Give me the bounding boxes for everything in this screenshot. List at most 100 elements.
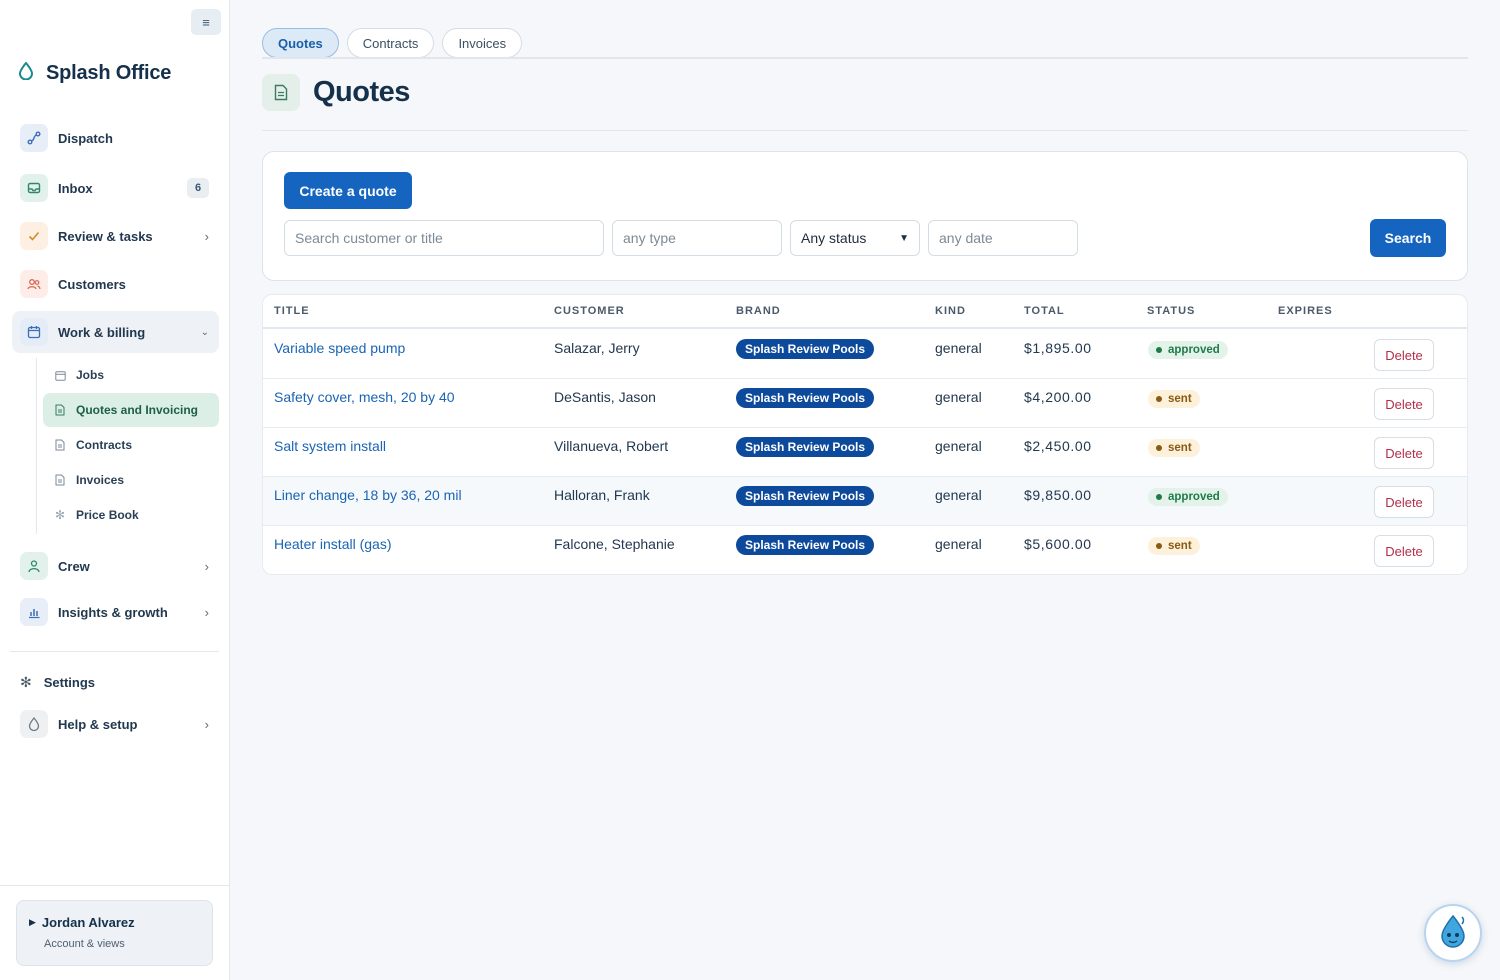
search-button[interactable]: Search [1370,219,1446,257]
inbox-count-badge: 6 [187,178,209,198]
person-icon [20,552,48,580]
column-header-title[interactable]: TITLE [274,305,310,317]
hamburger-icon[interactable]: ≡ [191,9,221,35]
user-name: Jordan Alvarez [41,915,135,930]
brand-badge: Splash Review Pools [736,388,875,408]
delete-button[interactable]: Delete [1374,535,1434,567]
delete-button[interactable]: Delete [1374,388,1434,420]
sub-item-label: Invoices [76,473,125,487]
brand-badge: Splash Review Pools [736,535,875,555]
nav-label: Customers [58,276,126,292]
nav-label: Help & setup [58,716,138,732]
tab-quotes[interactable]: Quotes [262,28,339,58]
table-row: Safety cover, mesh, 20 by 40 DeSantis, J… [263,379,1467,428]
status-badge: sent [1148,537,1200,555]
tab-invoices[interactable]: Invoices [442,28,523,58]
status-dot [1156,543,1162,549]
document-icon [262,74,300,111]
gear-icon: ✻ [20,673,32,690]
customer-name: Falcone, Stephanie [554,536,675,552]
users-icon [20,270,48,298]
type-filter-input[interactable]: any type [612,220,782,256]
sub-item-label: Price Book [76,508,139,522]
column-header-kind[interactable]: KIND [935,305,966,317]
triangle-right-icon: ▶ [29,917,36,927]
chart-icon [20,598,48,626]
delete-button[interactable]: Delete [1374,486,1434,518]
sub-item-label: Contracts [76,438,133,452]
quote-total: $1,895.00 [1024,340,1092,356]
document-icon [53,404,67,416]
chevron-right-icon: › [204,228,209,244]
table-row: Salt system install Villanueva, Robert S… [263,428,1467,477]
column-header-customer[interactable]: CUSTOMER [554,305,625,317]
header-divider [262,130,1468,131]
sub-item-quotes-invoicing[interactable]: Quotes and Invoicing [43,393,219,427]
nav-dispatch[interactable]: Dispatch [12,118,219,158]
quote-title-link[interactable]: Heater install (gas) [274,536,392,552]
search-input[interactable]: Search customer or title [284,220,604,256]
user-account-card[interactable]: ▶ Jordan Alvarez Account & views [16,900,213,966]
page-title: Quotes [313,76,410,108]
column-header-brand[interactable]: BRAND [736,305,781,317]
droplet-icon [20,710,48,738]
quote-title-link[interactable]: Liner change, 18 by 36, 20 mil [274,487,462,503]
brand-badge: Splash Review Pools [736,437,875,457]
column-header-status[interactable]: STATUS [1147,305,1195,317]
quote-total: $2,450.00 [1024,438,1092,454]
sub-item-contracts[interactable]: Contracts [43,428,219,462]
delete-button[interactable]: Delete [1374,339,1434,371]
nav-insights-growth[interactable]: Insights & growth › [12,592,219,632]
sub-item-label: Jobs [76,368,105,382]
table-row: Heater install (gas) Falcone, Stephanie … [263,526,1467,574]
customer-name: Villanueva, Robert [554,438,669,454]
nav-help-setup[interactable]: Help & setup › [12,704,219,744]
quote-total: $9,850.00 [1024,487,1092,503]
nav-work-billing[interactable]: Work & billing ⌄ [12,311,219,353]
quote-title-link[interactable]: Salt system install [274,438,386,454]
quote-title-link[interactable]: Safety cover, mesh, 20 by 40 [274,389,455,405]
customer-name: DeSantis, Jason [554,389,656,405]
nav-settings[interactable]: ✻ Settings [20,668,95,696]
status-badge: sent [1148,439,1200,457]
chat-assistant-button[interactable] [1424,904,1482,962]
nav-review-tasks[interactable]: Review & tasks › [12,216,219,256]
sidebar: ≡ Splash Office Dispatch Inbox 6 Review … [0,0,230,980]
nav-inbox[interactable]: Inbox 6 [12,168,219,208]
page-header: Quotes [262,74,410,111]
sidebar-divider [10,651,219,652]
user-name-row: ▶ Jordan Alvarez [29,915,135,930]
sub-item-invoices[interactable]: Invoices [43,463,219,497]
quote-kind: general [935,340,982,356]
chevron-down-icon: ⌄ [200,326,209,338]
brand[interactable]: Splash Office [18,61,171,85]
quote-total: $5,600.00 [1024,536,1092,552]
nav-label: Insights & growth [58,604,168,620]
tab-contracts[interactable]: Contracts [346,28,435,58]
nav-crew[interactable]: Crew › [12,546,219,586]
column-header-total[interactable]: TOTAL [1024,305,1065,317]
delete-button[interactable]: Delete [1374,437,1434,469]
status-select[interactable]: Any status ▼ [790,220,920,256]
column-header-expires[interactable]: EXPIRES [1278,305,1333,317]
table-header-row: TITLE CUSTOMER BRAND KIND TOTAL STATUS E… [263,295,1467,329]
customer-name: Halloran, Frank [554,487,650,503]
status-label: sent [1168,442,1192,454]
sub-item-jobs[interactable]: Jobs [43,358,219,392]
date-filter-input[interactable]: any date [928,220,1078,256]
brand-badge: Splash Review Pools [736,486,875,506]
status-select-value: Any status [801,230,867,246]
quotes-table: TITLE CUSTOMER BRAND KIND TOTAL STATUS E… [262,294,1468,575]
quote-kind: general [935,389,982,405]
sub-item-price-book[interactable]: ✻ Price Book [43,498,219,532]
sidebar-footer-divider [0,885,230,886]
tabs-divider [262,57,1468,59]
document-icon [53,474,67,486]
route-icon [20,124,48,152]
droplet-mascot-icon [1438,914,1468,953]
nav-customers[interactable]: Customers [12,264,219,304]
status-badge: sent [1148,390,1200,408]
sub-item-label: Quotes and Invoicing [76,403,199,417]
create-quote-button[interactable]: Create a quote [284,172,412,209]
quote-title-link[interactable]: Variable speed pump [274,340,405,356]
